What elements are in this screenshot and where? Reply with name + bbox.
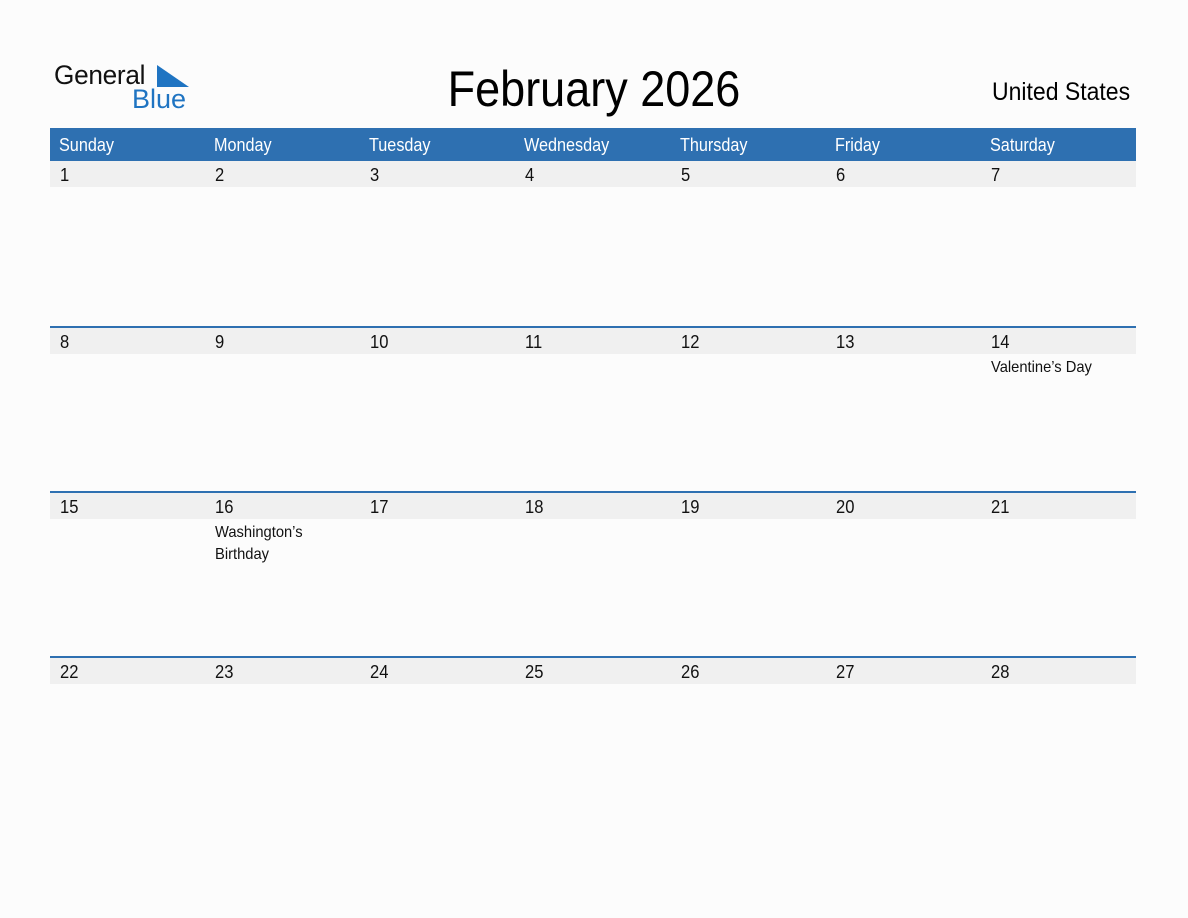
weekday-tuesday: Tuesday xyxy=(369,135,431,155)
day-number: 27 xyxy=(835,662,855,682)
country-label: United States xyxy=(991,78,1130,106)
day-cell: 16 Washington’s Birthday xyxy=(205,493,360,656)
day-cell: 28 xyxy=(981,658,1136,821)
holiday-label: Valentine’s Day xyxy=(990,359,1092,376)
day-number: 2 xyxy=(215,165,225,185)
day-cell: 26 xyxy=(671,658,826,821)
day-cell: 1 xyxy=(50,161,205,326)
day-number: 3 xyxy=(370,165,380,185)
day-cell: 5 xyxy=(671,161,826,326)
day-cell: 21 xyxy=(981,493,1136,656)
calendar-title: February 2026 xyxy=(447,61,741,117)
day-cell: 18 xyxy=(515,493,670,656)
day-number: 12 xyxy=(680,332,699,352)
week-row: 1 2 3 4 5 6 7 xyxy=(50,161,1136,326)
day-number: 5 xyxy=(680,165,690,185)
day-cell: 19 xyxy=(671,493,826,656)
day-number: 9 xyxy=(215,332,225,352)
day-number: 26 xyxy=(680,662,699,682)
day-number: 16 xyxy=(215,497,234,517)
day-cell: 13 xyxy=(826,328,981,491)
day-number: 1 xyxy=(60,165,70,185)
day-number: 19 xyxy=(680,497,699,517)
day-cell: 25 xyxy=(515,658,670,821)
day-number: 10 xyxy=(370,332,389,352)
weekday-sunday: Sunday xyxy=(59,135,114,155)
day-cell: 3 xyxy=(360,161,515,326)
day-number: 22 xyxy=(60,662,79,682)
week-cells: 15 16 Washington’s Birthday 17 18 19 20 21 xyxy=(50,493,1136,656)
weekday-monday: Monday xyxy=(214,135,272,155)
day-cell: 2 xyxy=(205,161,360,326)
holiday-label: Washington’s Birthday xyxy=(215,524,303,563)
weekday-thursday: Thursday xyxy=(679,135,748,155)
day-number: 17 xyxy=(370,497,389,517)
weekday-friday: Friday xyxy=(834,135,880,155)
day-cell: 8 xyxy=(50,328,205,491)
day-number: 11 xyxy=(525,332,543,352)
day-number: 8 xyxy=(60,332,70,352)
day-cell: 17 xyxy=(360,493,515,656)
weekday-saturday: Saturday xyxy=(989,135,1055,155)
week-row: 8 9 10 11 12 13 14 Valentine’s Day xyxy=(50,326,1136,491)
day-cell: 10 xyxy=(360,328,515,491)
day-number: 24 xyxy=(370,662,389,682)
day-number: 21 xyxy=(990,497,1010,517)
week-cells: 22 23 24 25 26 27 28 xyxy=(50,658,1136,821)
day-number: 14 xyxy=(990,332,1010,352)
day-number: 20 xyxy=(835,497,855,517)
week-row: 22 23 24 25 26 27 28 xyxy=(50,656,1136,821)
day-number: 15 xyxy=(60,497,79,517)
day-cell: 20 xyxy=(826,493,981,656)
day-number: 7 xyxy=(990,165,1001,185)
week-row: 15 16 Washington’s Birthday 17 18 19 20 21 xyxy=(50,491,1136,656)
day-cell: 12 xyxy=(671,328,826,491)
week-cells: 1 2 3 4 5 6 7 xyxy=(50,161,1136,326)
day-number: 23 xyxy=(215,662,234,682)
day-cell: 9 xyxy=(205,328,360,491)
day-cell: 15 xyxy=(50,493,205,656)
day-cell: 27 xyxy=(826,658,981,821)
day-number: 25 xyxy=(525,662,544,682)
day-cell: 4 xyxy=(515,161,670,326)
weekday-wednesday: Wednesday xyxy=(524,135,610,155)
day-number: 6 xyxy=(835,165,845,185)
day-cell: 24 xyxy=(360,658,515,821)
day-cell: 22 xyxy=(50,658,205,821)
weekday-header: Sunday Monday Tuesday Wednesday Thursday… xyxy=(50,128,1136,161)
day-number: 13 xyxy=(835,332,855,352)
day-number: 18 xyxy=(525,497,544,517)
day-cell: 11 xyxy=(515,328,670,491)
day-cell: 7 xyxy=(981,161,1136,326)
day-number: 28 xyxy=(990,662,1010,682)
day-cell: 14 Valentine’s Day xyxy=(981,328,1136,491)
week-cells: 8 9 10 11 12 13 14 Valentine’s Day xyxy=(50,328,1136,491)
day-cell: 6 xyxy=(826,161,981,326)
calendar-grid: Sunday Monday Tuesday Wednesday Thursday… xyxy=(50,128,1136,821)
day-cell: 23 xyxy=(205,658,360,821)
day-number: 4 xyxy=(525,165,535,185)
